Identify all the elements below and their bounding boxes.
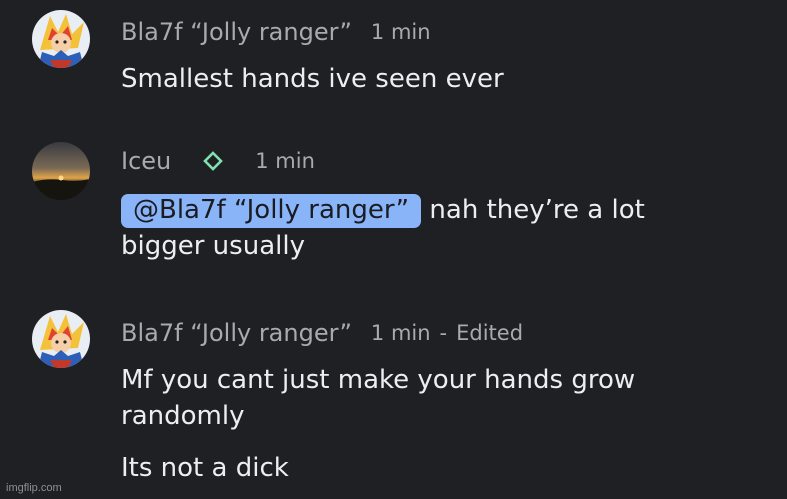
anime-character-avatar-icon	[32, 10, 90, 68]
comment-header: Bla7f “Jolly ranger” 1 min	[121, 15, 431, 49]
mention-chip[interactable]: @Bla7f “Jolly ranger”	[121, 194, 422, 228]
comment-text: Mf you cant just make your hands grow ra…	[121, 362, 761, 486]
comment-line: Mf you cant just make your hands grow	[121, 365, 636, 395]
avatar[interactable]	[32, 142, 90, 200]
timestamp: 1 min	[255, 149, 315, 173]
timestamp: 1 min	[370, 20, 431, 44]
anime-character-avatar-icon	[32, 310, 90, 368]
author-name[interactable]: Bla7f “Jolly ranger”	[121, 319, 352, 347]
comment-line: @Bla7f “Jolly ranger” nah they’re a lot	[121, 192, 761, 228]
comment-text: @Bla7f “Jolly ranger” nah they’re a lot …	[121, 192, 761, 264]
comment-line: bigger usually	[121, 231, 305, 261]
comment-line: randomly	[121, 401, 245, 431]
comment-line: Smallest hands ive seen ever	[121, 64, 504, 94]
watermark: imgflip.com	[6, 482, 62, 494]
timestamp: 1 min	[370, 321, 431, 345]
edited-label: Edited	[456, 321, 524, 345]
avatar[interactable]	[32, 10, 90, 68]
sunset-avatar-icon	[32, 142, 90, 200]
avatar[interactable]	[32, 310, 90, 368]
author-name[interactable]: Bla7f “Jolly ranger”	[121, 18, 352, 46]
comment-header: Bla7f “Jolly ranger” 1 min - Edited	[121, 316, 523, 350]
comment-header: Iceu 1 min	[121, 144, 315, 178]
comment-line: Its not a dick	[121, 453, 289, 483]
diamond-badge-icon	[203, 151, 224, 171]
comment-text: Smallest hands ive seen ever	[121, 61, 761, 97]
author-name[interactable]: Iceu	[121, 147, 171, 175]
comment-line-rest: nah they’re a lot	[421, 195, 645, 225]
separator: -	[439, 321, 448, 345]
